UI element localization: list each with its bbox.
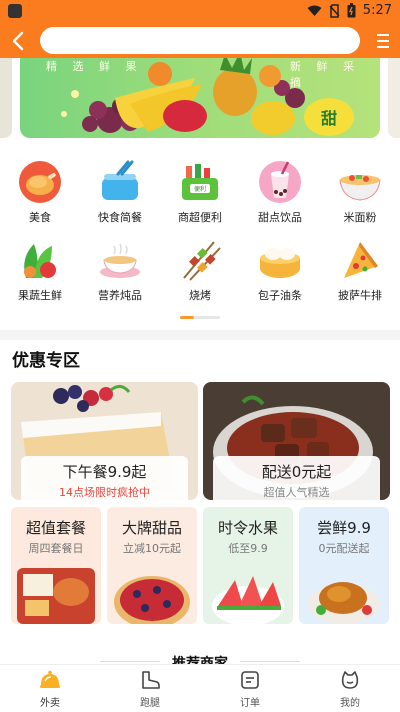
nav-label: 我的 (340, 698, 360, 709)
mini-seasonal-fruit[interactable]: 时令水果 低至9.9 (203, 507, 293, 624)
promo-free-delivery[interactable]: 配送0元起 超值人气精选 (203, 382, 390, 500)
noodle-bowl-icon (339, 175, 381, 201)
nav-label: 外卖 (40, 698, 60, 709)
mini-subtitle: 低至9.9 (228, 542, 268, 555)
category-rice-noodle[interactable]: 米面粉 (320, 160, 400, 225)
app-notification-icon (8, 4, 22, 18)
nav-errand[interactable]: 跑腿 (100, 669, 200, 709)
mini-try-new[interactable]: 尝鲜9.9 0元配送起 (299, 507, 389, 624)
mini-subtitle: 周四套餐日 (28, 542, 84, 555)
search-input[interactable] (40, 27, 360, 54)
category-label: 米面粉 (343, 211, 377, 224)
skewers-icon (183, 241, 221, 281)
nav-profile[interactable]: 我的 (300, 669, 400, 709)
vegetables-icon (24, 244, 56, 278)
nav-orders[interactable]: 订单 (200, 669, 300, 709)
mini-title: 超值套餐 (25, 519, 86, 537)
nav-label: 订单 (240, 698, 260, 709)
no-sim-icon (329, 3, 340, 18)
steamer-buns-icon (260, 248, 300, 278)
category-label: 快食简餐 (98, 211, 142, 224)
section-divider (0, 330, 400, 340)
battery-icon (347, 3, 356, 18)
roast-chicken-icon (19, 161, 61, 203)
nav-label: 跑腿 (140, 698, 160, 709)
mini-subtitle: 立减10元起 (123, 542, 181, 555)
mini-title: 尝鲜9.9 (317, 519, 371, 537)
order-list-icon (241, 671, 259, 689)
banner-carousel[interactable]: 精 选 鲜 果 新 鲜 采 摘 甜 (0, 58, 400, 150)
nav-takeout[interactable]: 外卖 (0, 669, 100, 709)
category-label: 商超便利 (178, 211, 222, 224)
tart-photo (114, 576, 190, 624)
svg-text:便利: 便利 (194, 185, 206, 193)
promo-afternoon-meal[interactable]: 下午餐9.9起 14点场限时疯抢中 (11, 382, 198, 500)
promo-caption: 配送0元起 超值人气精选 (213, 456, 380, 500)
clock: 5:27 (362, 3, 392, 18)
fast-meal-bowl-icon (102, 160, 138, 200)
stew-pot-icon (100, 243, 140, 278)
takeout-cloche-icon (40, 670, 60, 688)
set-meal-photo (17, 568, 95, 624)
mini-brand-dessert[interactable]: 大牌甜品 立减10元起 (107, 507, 197, 624)
category-supermarket[interactable]: 便利 商超便利 (160, 160, 240, 225)
category-pizza-steak[interactable]: 披萨牛排 (320, 238, 400, 303)
prev-banner-peek (0, 58, 12, 138)
bottom-nav: 外卖 跑腿 订单 我的 (0, 664, 400, 712)
promo-subtitle: 超值人气精选 (263, 486, 330, 499)
promo-subtitle: 14点场限时疯抢中 (59, 486, 150, 499)
wifi-icon (307, 5, 322, 16)
mini-value-combo[interactable]: 超值套餐 周四套餐日 (11, 507, 101, 624)
category-stew[interactable]: 营养炖品 (80, 238, 160, 303)
sweet-badge: 甜 (304, 98, 354, 136)
category-bbq[interactable]: 烧烤 (160, 238, 240, 303)
promo-caption: 下午餐9.9起 14点场限时疯抢中 (21, 456, 188, 500)
category-label: 烧烤 (189, 289, 211, 302)
back-arrow-icon[interactable] (8, 29, 30, 53)
menu-icon[interactable] (374, 30, 392, 52)
roast-chicken-photo (308, 582, 380, 624)
category-label: 包子油条 (258, 289, 302, 302)
category-buns[interactable]: 包子油条 (240, 238, 320, 303)
category-label: 营养炖品 (98, 289, 142, 302)
category-food[interactable]: 美食 (0, 160, 80, 225)
fruit-banner[interactable]: 精 选 鲜 果 新 鲜 采 摘 甜 (20, 58, 380, 138)
category-dessert-drink[interactable]: 甜点饮品 (240, 160, 320, 225)
watermelon-photo (212, 576, 284, 624)
category-label: 披萨牛排 (338, 289, 382, 302)
category-fresh-produce[interactable]: 果蔬生鲜 (0, 238, 80, 303)
status-bar: 5:27 (0, 0, 400, 24)
next-banner-peek (388, 58, 400, 138)
category-label: 果蔬生鲜 (18, 289, 62, 302)
mini-title: 大牌甜品 (121, 519, 182, 537)
profile-face-icon (341, 671, 359, 689)
pizza-slice-icon (344, 242, 378, 278)
promo-title: 配送0元起 (261, 463, 332, 481)
errand-boot-icon (142, 671, 160, 689)
category-fast-meal[interactable]: 快食简餐 (80, 160, 160, 225)
section-title: 优惠专区 (12, 351, 80, 371)
promo-title: 下午餐9.9起 (62, 463, 147, 481)
shopping-basket-icon: 便利 (182, 164, 218, 200)
category-label: 甜点饮品 (258, 211, 302, 224)
bubble-tea-icon (259, 161, 301, 203)
category-label: 美食 (29, 211, 51, 224)
top-header (0, 24, 400, 58)
mini-title: 时令水果 (217, 519, 278, 537)
mini-subtitle: 0元配送起 (318, 542, 370, 555)
category-pager (180, 316, 220, 319)
